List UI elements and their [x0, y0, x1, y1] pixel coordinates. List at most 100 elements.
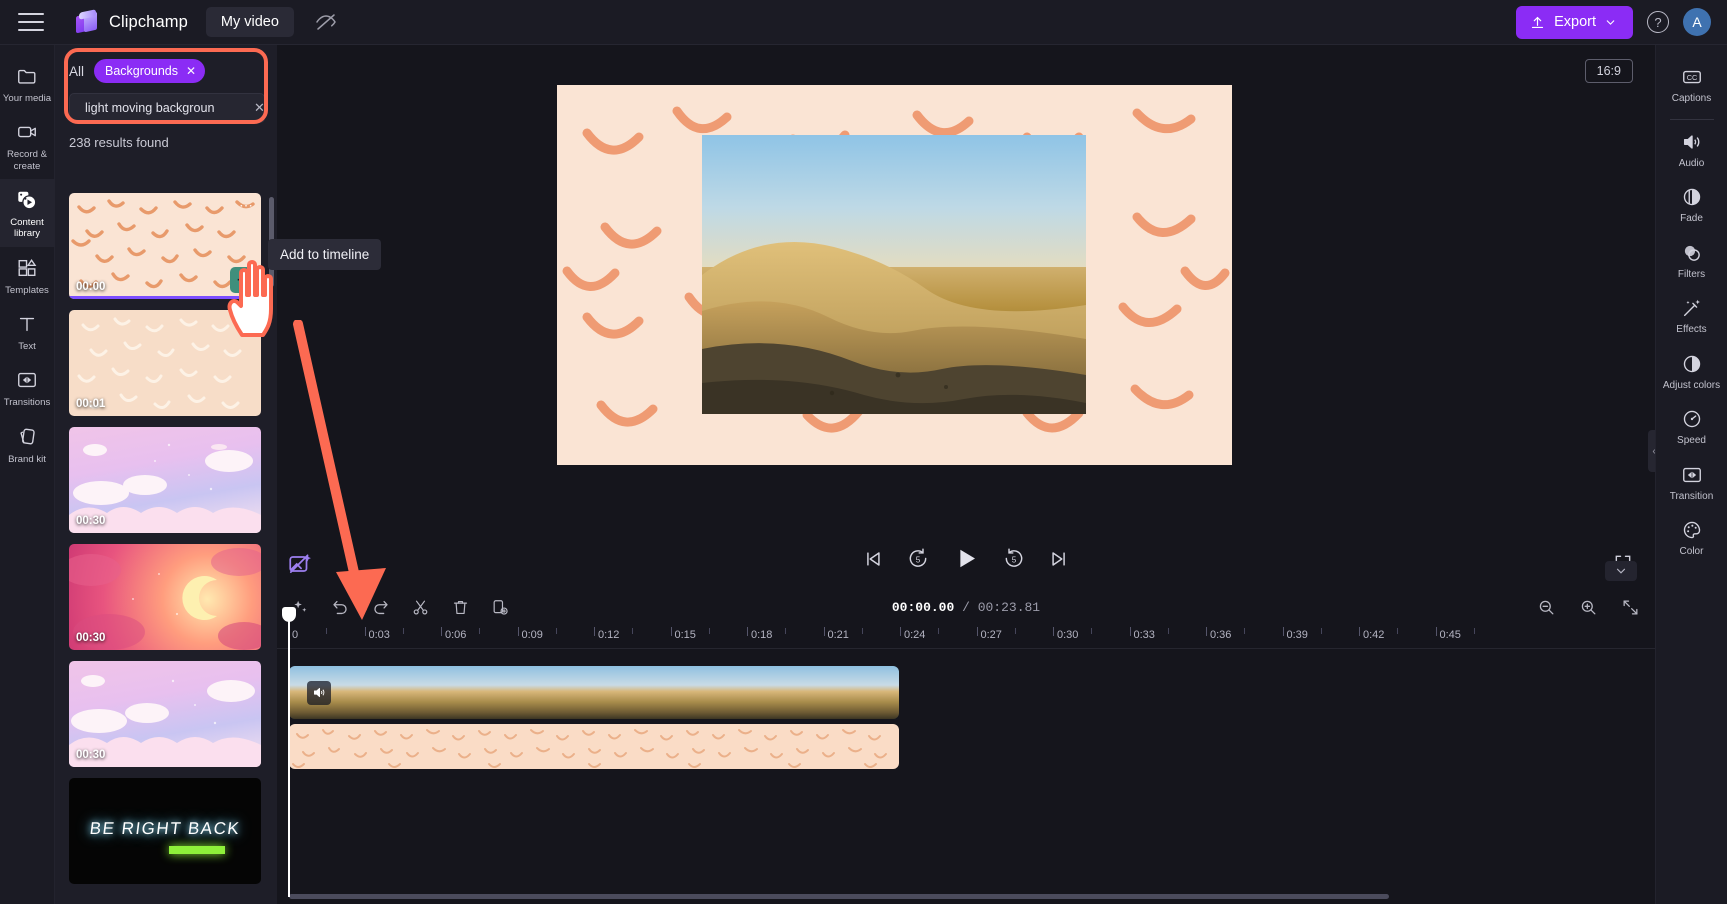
- ruler-tick-label: 0:45: [1439, 629, 1461, 641]
- skip-to-end-icon[interactable]: [1049, 548, 1071, 575]
- tool-speed[interactable]: Speed: [1656, 399, 1727, 455]
- tool-label: Audio: [1678, 157, 1705, 169]
- ruler-tick-mark: [1435, 627, 1437, 636]
- svg-text:CC: CC: [1686, 73, 1697, 82]
- playhead-knob[interactable]: [282, 607, 296, 622]
- table-row[interactable]: [289, 666, 899, 719]
- ruler-tick-label: 0:06: [445, 629, 467, 641]
- templates-grid-icon: [15, 256, 39, 280]
- sidebar-item-content-library[interactable]: Content library: [0, 178, 55, 247]
- rewind-5s-icon[interactable]: 5: [907, 547, 930, 575]
- speaker-icon: [1680, 130, 1704, 154]
- ruler-tick-mark: [517, 627, 519, 636]
- tool-transition[interactable]: Transition: [1656, 455, 1727, 511]
- filters-circles-icon: [1680, 241, 1704, 265]
- avatar[interactable]: A: [1683, 8, 1711, 36]
- sidebar-item-your-media[interactable]: Your media: [0, 55, 55, 111]
- timeline: 00:00.00 / 00:23.81 0 0:03 0:06 0:09 0:1…: [277, 561, 1655, 904]
- list-item[interactable]: BE RIGHT BACK: [69, 778, 261, 884]
- split-scissors-icon[interactable]: [409, 596, 431, 618]
- ruler-tick-mark: [441, 627, 442, 636]
- project-tab[interactable]: My video: [205, 7, 294, 37]
- tool-adjust-colors[interactable]: Adjust colors: [1656, 344, 1727, 400]
- svg-text:5: 5: [1012, 555, 1017, 564]
- thumbnail-duration: 00:30: [76, 749, 106, 761]
- ruler-tick-label: 0:33: [1133, 629, 1155, 641]
- tool-label: Filters: [1677, 268, 1706, 280]
- sidebar-item-transitions[interactable]: Transitions: [0, 359, 55, 415]
- thumbnail-duration: 00:00: [76, 281, 106, 293]
- forward-5s-icon[interactable]: 5: [1003, 547, 1026, 575]
- eye-off-icon[interactable]: [314, 10, 338, 34]
- sidebar-item-brand-kit[interactable]: Brand kit: [0, 416, 55, 472]
- aspect-ratio-badge[interactable]: 16:9: [1584, 59, 1633, 83]
- ruler-tick-mark: [900, 627, 901, 636]
- ruler-tick-mark: [555, 628, 557, 634]
- sidebar-label: Templates: [5, 284, 49, 296]
- ruler-tick-label: 0:03: [368, 629, 390, 641]
- timeline-ruler[interactable]: 0 0:03 0:06 0:09 0:12 0:15 0:18 0:21 0:24 0:27 0:3…: [277, 625, 1655, 649]
- transitions-icon: [1680, 463, 1704, 487]
- video-preview-stage[interactable]: [557, 85, 1232, 465]
- redo-icon[interactable]: [369, 596, 391, 618]
- skip-to-start-icon[interactable]: [862, 548, 884, 575]
- list-item[interactable]: 00:30: [69, 427, 261, 533]
- more-options-icon[interactable]: ⋯: [239, 197, 254, 214]
- search-box[interactable]: ✕: [69, 93, 265, 123]
- zoom-out-icon[interactable]: [1535, 596, 1557, 618]
- ruler-tick-label: 0:12: [598, 629, 620, 641]
- list-item[interactable]: 00:30: [69, 544, 261, 650]
- tool-fade[interactable]: Fade: [1656, 177, 1727, 233]
- brand: Clipchamp: [76, 9, 188, 34]
- play-button[interactable]: [953, 545, 980, 577]
- table-row[interactable]: [289, 724, 899, 769]
- ruler-tick-label: 0:15: [674, 629, 696, 641]
- fade-icon: [1680, 185, 1704, 209]
- list-item[interactable]: 00:01: [69, 310, 261, 416]
- filter-row: All Backgrounds ✕: [55, 45, 277, 83]
- add-to-timeline-button[interactable]: +: [230, 267, 256, 293]
- tool-effects[interactable]: Effects: [1656, 288, 1727, 344]
- ruler-tick-mark: [976, 627, 978, 636]
- filter-chip-backgrounds[interactable]: Backgrounds ✕: [94, 59, 206, 83]
- timeline-time-display: 00:00.00 / 00:23.81: [892, 600, 1040, 615]
- list-item[interactable]: ⋯ 00:00 +: [69, 193, 261, 299]
- timeline-horizontal-scrollbar[interactable]: [289, 894, 1389, 899]
- undo-icon[interactable]: [329, 596, 351, 618]
- list-item[interactable]: 00:30: [69, 661, 261, 767]
- close-icon[interactable]: ✕: [186, 64, 196, 78]
- ruler-tick-mark: [326, 628, 328, 634]
- ruler-tick-mark: [938, 628, 940, 634]
- hamburger-icon[interactable]: [18, 13, 44, 31]
- zoom-in-icon[interactable]: [1577, 596, 1599, 618]
- question-circle-icon[interactable]: ?: [1647, 11, 1669, 33]
- timeline-collapse-button[interactable]: [1605, 561, 1637, 581]
- tool-audio[interactable]: Audio: [1656, 122, 1727, 178]
- tool-color[interactable]: Color: [1656, 510, 1727, 566]
- chevron-down-icon: [1616, 568, 1626, 574]
- thumbnail-progress-bar: [69, 296, 261, 299]
- duplicate-icon[interactable]: [489, 596, 511, 618]
- ruler-tick-mark: [1014, 628, 1016, 634]
- ruler-tick-mark: [1053, 627, 1054, 636]
- export-button[interactable]: Export: [1516, 5, 1633, 39]
- tool-captions[interactable]: CC Captions: [1656, 57, 1727, 113]
- delete-trash-icon[interactable]: [449, 596, 471, 618]
- sidebar-item-templates[interactable]: Templates: [0, 247, 55, 303]
- fit-to-screen-icon[interactable]: [1619, 596, 1641, 618]
- magic-image-icon[interactable]: [287, 551, 313, 582]
- filter-all[interactable]: All: [69, 64, 84, 79]
- playhead[interactable]: [282, 607, 296, 897]
- ruler-tick-mark: [364, 627, 366, 636]
- sidebar-item-record-create[interactable]: Record & create: [0, 111, 55, 179]
- video-camera-icon: [15, 120, 39, 144]
- text-t-icon: [15, 312, 39, 336]
- speaker-icon[interactable]: [307, 680, 331, 705]
- ruler-tick-mark: [1167, 628, 1169, 634]
- right-sidebar: CC Captions Audio Fade Filters Effects A…: [1655, 45, 1727, 904]
- search-input[interactable]: [85, 101, 247, 115]
- tool-filters[interactable]: Filters: [1656, 233, 1727, 289]
- ruler-tick-mark: [1359, 627, 1360, 636]
- sidebar-item-text[interactable]: Text: [0, 303, 55, 359]
- clear-search-icon[interactable]: ✕: [254, 100, 265, 116]
